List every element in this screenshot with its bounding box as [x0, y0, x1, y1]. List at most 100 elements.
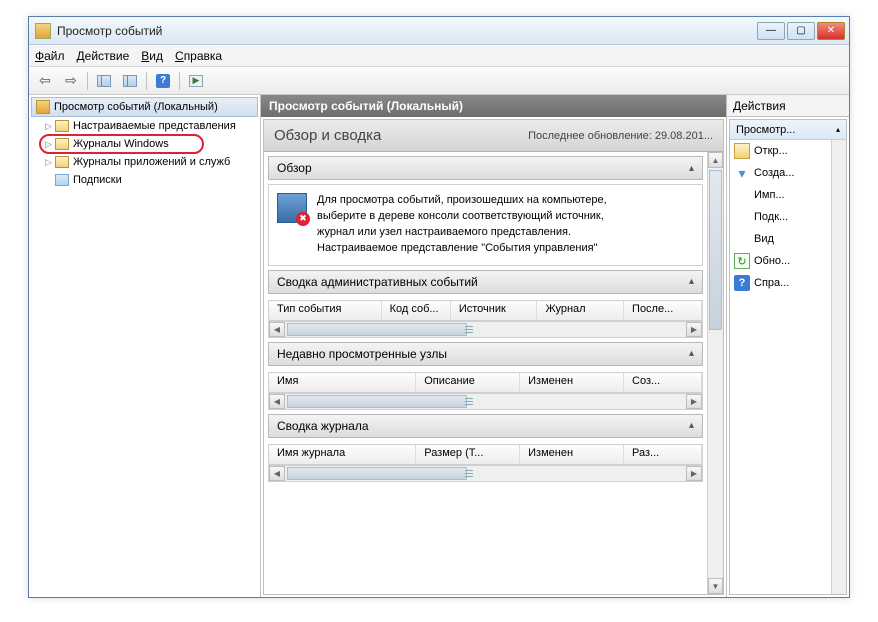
- col-event-type[interactable]: Тип события: [269, 301, 382, 320]
- folder-icon: [55, 120, 69, 132]
- overview-bar: Обзор и сводка Последнее обновление: 29.…: [264, 120, 723, 152]
- maximize-button[interactable]: ▢: [787, 22, 815, 40]
- minimize-button[interactable]: —: [757, 22, 785, 40]
- help-icon: ?: [734, 275, 750, 291]
- tree-root[interactable]: Просмотр событий (Локальный): [31, 97, 258, 117]
- center-header: Просмотр событий (Локальный): [261, 95, 726, 117]
- col-name[interactable]: Имя: [269, 373, 416, 392]
- funnel-icon: [734, 165, 750, 181]
- computer-error-icon: [277, 193, 307, 223]
- titlebar[interactable]: Просмотр событий — ▢ ✕: [29, 17, 849, 45]
- action-connect[interactable]: Подк...: [730, 206, 846, 228]
- scroll-right-button[interactable]: ▶: [686, 322, 702, 337]
- section-overview[interactable]: Обзор ▴: [268, 156, 703, 180]
- col-source[interactable]: Источник: [451, 301, 538, 320]
- scroll-up-button[interactable]: ▲: [708, 152, 723, 168]
- collapse-icon: ▴: [689, 163, 694, 174]
- toolbar: ?: [29, 67, 849, 95]
- tree-item-custom-views[interactable]: ▷ Настраиваемые представления: [31, 117, 258, 135]
- menu-help[interactable]: Справка: [175, 49, 222, 63]
- col-size[interactable]: Размер (Т...: [416, 445, 520, 464]
- scroll-thumb[interactable]: [709, 170, 722, 330]
- subscriptions-icon: [55, 174, 69, 186]
- folder-open-icon: [734, 143, 750, 159]
- collapse-icon: ▴: [689, 276, 694, 287]
- scroll-left-button[interactable]: ◀: [269, 466, 285, 481]
- toolbar-separator: [146, 72, 147, 90]
- scroll-left-button[interactable]: ◀: [269, 322, 285, 337]
- forward-button[interactable]: [59, 70, 83, 92]
- scroll-thumb[interactable]: [287, 395, 467, 408]
- show-hide-actions-button[interactable]: [118, 70, 142, 92]
- chevron-right-icon: ▷: [45, 157, 53, 168]
- log-summary-table: Имя журнала Размер (Т... Изменен Раз... …: [268, 444, 703, 482]
- actions-header[interactable]: Просмотр... ▴: [730, 120, 846, 140]
- tree-item-app-services-logs[interactable]: ▷ Журналы приложений и служб: [31, 153, 258, 171]
- folder-icon: [55, 138, 69, 150]
- scroll-down-button[interactable]: ▼: [708, 578, 723, 594]
- col-event-id[interactable]: Код соб...: [382, 301, 451, 320]
- menu-action[interactable]: Действие: [77, 49, 130, 63]
- chevron-right-icon: ▷: [45, 121, 53, 132]
- center-pane: Просмотр событий (Локальный) Обзор и сво…: [261, 95, 727, 597]
- close-button[interactable]: ✕: [817, 22, 845, 40]
- refresh-icon: [734, 253, 750, 269]
- collapse-icon: ▴: [689, 348, 694, 359]
- blank-icon: [734, 209, 750, 225]
- scroll-thumb[interactable]: [287, 323, 467, 336]
- app-window: Просмотр событий — ▢ ✕ Файл Действие Вид…: [28, 16, 850, 598]
- toolbar-separator: [179, 72, 180, 90]
- tree-root-label: Просмотр событий (Локальный): [54, 101, 218, 113]
- scroll-right-button[interactable]: ▶: [686, 466, 702, 481]
- action-help[interactable]: ? Спра... ▶: [730, 272, 846, 294]
- action-view[interactable]: Вид ▶: [730, 228, 846, 250]
- menu-file[interactable]: Файл: [35, 49, 65, 63]
- blank-icon: [734, 187, 750, 203]
- help-button[interactable]: ?: [151, 70, 175, 92]
- col-modified[interactable]: Изменен: [520, 445, 624, 464]
- col-last[interactable]: После...: [624, 301, 702, 320]
- horizontal-scrollbar[interactable]: ◀ ▶: [269, 393, 702, 409]
- action-open-saved-log[interactable]: Откр...: [730, 140, 846, 162]
- blank-icon: [734, 231, 750, 247]
- col-modified[interactable]: Изменен: [520, 373, 624, 392]
- menubar: Файл Действие Вид Справка: [29, 45, 849, 67]
- scroll-thumb[interactable]: [287, 467, 467, 480]
- col-log[interactable]: Журнал: [537, 301, 624, 320]
- col-size2[interactable]: Раз...: [624, 445, 702, 464]
- refresh-button[interactable]: [184, 70, 208, 92]
- section-log-summary[interactable]: Сводка журнала ▴: [268, 414, 703, 438]
- overview-info: Для просмотра событий, произошедших на к…: [268, 184, 703, 266]
- admin-summary-table: Тип события Код соб... Источник Журнал П…: [268, 300, 703, 338]
- last-update-label: Последнее обновление: 29.08.201...: [528, 130, 713, 142]
- scroll-right-button[interactable]: ▶: [686, 394, 702, 409]
- show-hide-tree-button[interactable]: [92, 70, 116, 92]
- col-log-name[interactable]: Имя журнала: [269, 445, 416, 464]
- menu-view[interactable]: Вид: [141, 49, 163, 63]
- horizontal-scrollbar[interactable]: ◀ ▶: [269, 465, 702, 481]
- toolbar-separator: [87, 72, 88, 90]
- scroll-left-button[interactable]: ◀: [269, 394, 285, 409]
- app-icon: [35, 23, 51, 39]
- vertical-scrollbar[interactable]: [831, 140, 846, 594]
- tree-pane: Просмотр событий (Локальный) ▷ Настраива…: [29, 95, 261, 597]
- overview-title: Обзор и сводка: [274, 127, 381, 144]
- horizontal-scrollbar[interactable]: ◀ ▶: [269, 321, 702, 337]
- action-create-custom-view[interactable]: Созда...: [730, 162, 846, 184]
- event-viewer-icon: [36, 100, 50, 114]
- actions-pane: Действия Просмотр... ▴ Откр... Созда... …: [727, 95, 849, 597]
- col-created[interactable]: Соз...: [624, 373, 702, 392]
- tree-item-subscriptions[interactable]: Подписки: [31, 171, 258, 189]
- collapse-icon: ▴: [689, 420, 694, 431]
- chevron-right-icon: ▷: [45, 139, 53, 150]
- action-import-custom-view[interactable]: Имп...: [730, 184, 846, 206]
- folder-icon: [55, 156, 69, 168]
- col-description[interactable]: Описание: [416, 373, 520, 392]
- recent-nodes-table: Имя Описание Изменен Соз... ◀ ▶: [268, 372, 703, 410]
- action-refresh[interactable]: Обно...: [730, 250, 846, 272]
- back-button[interactable]: [33, 70, 57, 92]
- section-recent-nodes[interactable]: Недавно просмотренные узлы ▴: [268, 342, 703, 366]
- section-admin-summary[interactable]: Сводка административных событий ▴: [268, 270, 703, 294]
- tree-item-windows-logs[interactable]: ▷ Журналы Windows: [31, 135, 258, 153]
- vertical-scrollbar[interactable]: ▲ ▼: [707, 152, 723, 594]
